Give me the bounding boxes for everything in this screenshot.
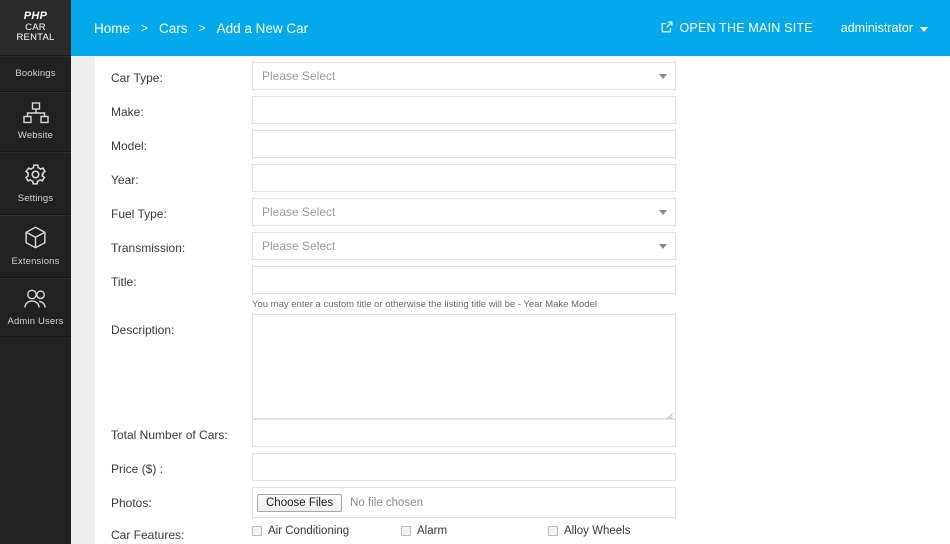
sidebar-item-label: Bookings [15,68,56,79]
checkbox-icon[interactable] [252,525,262,536]
description-textarea[interactable] [252,314,676,419]
field-control: Please Select [252,232,676,260]
sidebar-item-label: Admin Users [7,315,64,327]
field-label: Fuel Type: [111,207,167,221]
field-label: Year: [111,173,139,187]
app-logo[interactable]: PHP CAR RENTAL [0,0,71,56]
field-control [252,164,676,192]
car-type-select[interactable]: Please Select [252,62,676,90]
file-status-label: No file chosen [350,496,423,509]
user-menu-label: administrator [840,21,913,35]
field-control: Choose Files No file chosen [252,487,676,518]
field-control [252,266,676,294]
sidebar-item-settings[interactable]: Settings [0,151,71,215]
photos-file-input[interactable]: Choose Files No file chosen [252,487,676,518]
sidebar-item-extensions[interactable]: Extensions [0,214,71,278]
choose-files-button[interactable]: Choose Files [257,493,343,512]
gear-icon [23,162,48,187]
form-row-car-type: Car Type: Please Select [95,62,950,96]
chevron-down-icon [659,244,667,249]
fuel-type-select[interactable]: Please Select [252,198,676,226]
users-icon [22,288,50,310]
field-control: Please Select [252,62,676,90]
sidebar-item-admin-users[interactable]: Admin Users [0,277,71,338]
field-label: Photos: [111,496,152,510]
field-control [252,314,676,420]
field-label: Car Features: [111,528,185,542]
transmission-select[interactable]: Please Select [252,232,676,260]
form-row-model: Model: [95,130,950,164]
features-row: Air Conditioning Alarm Alloy Wheels [252,523,712,538]
breadcrumb: Home > Cars > Add a New Car [94,21,308,36]
form-row-transmission: Transmission: Please Select [95,232,950,266]
field-label: Description: [111,323,175,337]
select-value: Please Select [262,69,336,83]
make-input[interactable] [252,96,676,124]
field-label: Make: [111,105,144,119]
form-row-car-features: Car Features: Air Conditioning Alarm All… [95,519,950,544]
sidebar: PHP CAR RENTAL Bookings Website Settings… [0,0,71,544]
price-input[interactable] [252,453,676,481]
title-hint: You may enter a custom title or otherwis… [252,299,597,310]
field-control [252,96,676,124]
chevron-down-icon [659,210,667,215]
form-row-description: Description: [95,314,950,422]
sidebar-item-bookings[interactable]: Bookings [0,56,71,92]
feature-label: Alarm [417,524,448,537]
cube-icon [23,225,48,250]
chevron-down-icon [659,74,667,79]
external-link-icon [661,20,674,36]
form-row-year: Year: [95,164,950,198]
feature-label: Alloy Wheels [564,524,631,537]
logo-line-rental: RENTAL [16,32,55,44]
add-car-form: Car Type: Please Select Make: Model: Yea… [95,56,950,544]
car-features-grid: Air Conditioning Alarm Alloy Wheels Cent… [252,523,712,544]
field-label: Total Number of Cars: [111,428,228,442]
admin-page: PHP CAR RENTAL Bookings Website Settings… [0,0,950,544]
breadcrumb-separator: > [198,21,206,35]
sitemap-icon [22,102,49,124]
feature-alloy-wheels[interactable]: Alloy Wheels [548,525,630,537]
field-label: Transmission: [111,241,186,255]
feature-air-conditioning[interactable]: Air Conditioning [252,525,401,537]
title-input[interactable] [252,266,676,294]
field-label: Title: [111,275,137,289]
topbar-actions: OPEN THE MAIN SITE administrator [661,20,928,36]
sidebar-item-label: Website [17,129,54,141]
breadcrumb-item-current: Add a New Car [216,20,309,36]
checkbox-icon[interactable] [548,525,558,536]
field-control [252,419,676,447]
feature-alarm[interactable]: Alarm [401,525,548,537]
field-label: Price ($) : [111,462,164,476]
content-gutter [71,56,95,544]
sidebar-item-label: Settings [17,192,54,204]
model-input[interactable] [252,130,676,158]
field-label: Car Type: [111,71,163,85]
breadcrumb-item-cars[interactable]: Cars [159,21,188,36]
feature-label: Air Conditioning [268,524,350,537]
form-row-make: Make: [95,96,950,130]
sidebar-item-website[interactable]: Website [0,91,71,152]
form-row-fuel-type: Fuel Type: Please Select [95,198,950,232]
topbar: Home > Cars > Add a New Car OPEN THE MAI… [71,0,950,56]
year-input[interactable] [252,164,676,192]
chevron-down-icon [920,26,928,32]
total-cars-input[interactable] [252,419,676,447]
field-label: Model: [111,139,148,153]
checkbox-icon[interactable] [401,525,411,536]
open-main-site-link[interactable]: OPEN THE MAIN SITE [661,20,813,36]
form-row-total-cars: Total Number of Cars: [95,419,950,453]
form-row-title: Title: [95,266,950,300]
form-row-price: Price ($) : [95,453,950,487]
select-value: Please Select [262,239,336,253]
field-control [252,453,676,481]
sidebar-item-label: Extensions [11,255,60,267]
breadcrumb-separator: > [141,21,149,35]
field-control: Please Select [252,198,676,226]
breadcrumb-item-home[interactable]: Home [94,21,130,36]
field-control [252,130,676,158]
select-value: Please Select [262,205,336,219]
user-menu[interactable]: administrator [841,21,928,35]
open-main-site-label: OPEN THE MAIN SITE [679,21,813,35]
